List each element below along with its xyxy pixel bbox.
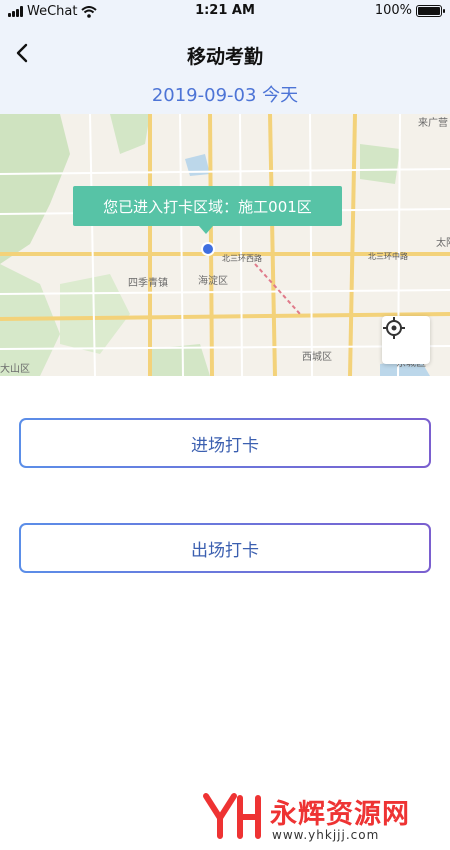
map-label-xicheng: 西城区 bbox=[302, 351, 332, 363]
status-right: 100% bbox=[374, 3, 445, 18]
day-label: 今天 bbox=[262, 85, 299, 106]
crosshair-icon bbox=[383, 317, 405, 339]
watermark: 永辉资源网 www.yhkjjj.com bbox=[200, 790, 440, 846]
map-label-sijiqing: 四季青镇 bbox=[128, 276, 168, 289]
status-bar: WeChat 1:21 AM 100% bbox=[0, 0, 450, 24]
check-out-button[interactable]: 出场打卡 bbox=[19, 523, 431, 573]
check-in-button[interactable]: 进场打卡 bbox=[19, 418, 431, 468]
region-tooltip: 您已进入打卡区域：施工001区 bbox=[73, 186, 342, 226]
page-title: 移动考勤 bbox=[186, 46, 263, 68]
map-label-beisanhuan-zhong: 北三环中路 bbox=[368, 251, 408, 261]
watermark-text: 永辉资源网 bbox=[270, 799, 410, 830]
tooltip-arrow bbox=[199, 226, 213, 234]
watermark-url: www.yhkjjj.com bbox=[272, 828, 380, 842]
map-label-beisanhuan: 北三环西路 bbox=[222, 253, 262, 263]
battery-icon bbox=[416, 4, 445, 17]
map-label-haidian: 海淀区 bbox=[198, 274, 228, 287]
map-label-shanqu: 大山区 bbox=[0, 362, 30, 375]
map-view[interactable]: 海淀区 四季青镇 西城区 东城区 来广营 太阳 大山区 北三环西路 北三环中路 … bbox=[0, 114, 450, 376]
map-label-laiguang: 来广营 bbox=[418, 116, 448, 129]
battery-percent: 100% bbox=[374, 3, 412, 18]
map-label-tai: 太阳 bbox=[436, 236, 450, 249]
page-header: 移动考勤 2019-09-03 今天 bbox=[0, 24, 450, 114]
date-display: 2019-09-03 今天 bbox=[0, 81, 450, 107]
date-value: 2019-09-03 bbox=[151, 85, 257, 106]
watermark-logo-icon bbox=[203, 793, 261, 839]
locate-button[interactable] bbox=[382, 316, 430, 364]
